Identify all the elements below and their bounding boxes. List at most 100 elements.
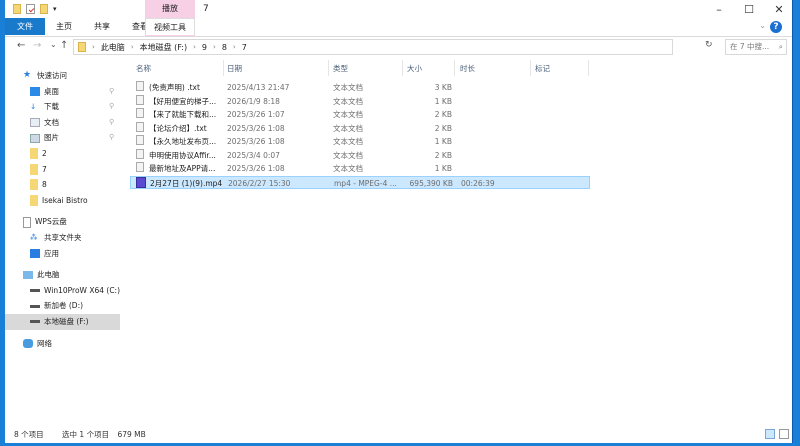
sidebar-item[interactable]: 7	[5, 162, 120, 178]
address-bar[interactable]: › 此电脑 › 本地磁盘 (F:) › 9 › 8 › 7	[73, 39, 673, 55]
tab-share[interactable]: 共享	[83, 18, 121, 35]
maximize-button[interactable]: ☐	[735, 0, 763, 18]
sidebar-item-label: 快速访问	[37, 71, 67, 80]
back-button[interactable]: ←	[17, 40, 25, 51]
column-name[interactable]: 名称	[136, 63, 151, 74]
sidebar-item[interactable]: 图片 ⚲	[5, 130, 120, 146]
search-placeholder: 在 7 中搜...	[730, 42, 770, 51]
file-row[interactable]: 申明使用协议Affir... 2025/3/4 0:07 文本文档 2 KB	[130, 148, 590, 163]
column-type[interactable]: 类型	[333, 63, 348, 74]
file-type: 文本文档	[333, 164, 363, 173]
folder-icon	[30, 148, 38, 160]
pin-icon[interactable]: ⚲	[109, 84, 114, 100]
new-folder-icon[interactable]	[40, 4, 48, 14]
sidebar-item[interactable]: 本地磁盘 (F:)	[5, 313, 120, 330]
sidebar-item[interactable]: WPS云盘	[5, 214, 120, 230]
file-row[interactable]: 最新地址及APP请... 2025/3/26 1:08 文本文档 1 KB	[130, 162, 590, 176]
desktop-icon	[30, 86, 40, 96]
file-explorer-window: ▾ 播放 7 – ☐ ✕ 文件 主页 共享 查看 视频工具 ⌄ ? ← → ⌄ …	[5, 0, 793, 443]
sidebar-item[interactable]: 新加卷 (D:)	[5, 298, 120, 314]
drive-icon	[30, 304, 40, 308]
breadcrumb-this-pc[interactable]: 此电脑	[101, 42, 125, 53]
text-file-icon	[136, 94, 144, 105]
file-type: mp4 - MPEG-4 ...	[334, 178, 397, 188]
file-size: 2 KB	[434, 123, 452, 133]
column-date[interactable]: 日期	[227, 63, 242, 74]
sidebar-item[interactable]: Isekai Bistro	[5, 193, 120, 209]
text-file-icon	[136, 162, 144, 172]
minimize-button[interactable]: –	[705, 0, 733, 18]
sidebar-item-label: 8	[42, 180, 47, 190]
file-type: 文本文档	[333, 110, 363, 119]
pin-icon[interactable]: ⚲	[109, 130, 114, 146]
sidebar-item[interactable]: 8	[5, 177, 120, 193]
column-duration[interactable]: 时长	[460, 63, 475, 74]
properties-icon[interactable]	[26, 4, 35, 14]
file-row[interactable]: 【论坛介绍】.txt 2025/3/26 1:08 文本文档 2 KB	[130, 121, 590, 136]
up-button[interactable]: ↑	[60, 40, 68, 51]
sidebar-item[interactable]: Win10ProW X64 (C:)	[5, 283, 120, 299]
sidebar-item-label: 此电脑	[37, 270, 60, 280]
pin-icon[interactable]: ⚲	[109, 99, 114, 115]
sidebar-item[interactable]: 桌面 ⚲	[5, 84, 120, 100]
download-icon: ↓	[30, 102, 37, 112]
sidebar-item-label: 图片	[44, 133, 59, 143]
file-date: 2025/3/26 1:08	[227, 123, 285, 133]
sidebar-item[interactable]: ⁂ 共享文件夹	[5, 230, 120, 246]
sidebar-item[interactable]: 文档 ⚲	[5, 115, 120, 131]
search-icon: ⌕	[778, 42, 783, 51]
sidebar-item[interactable]: 此电脑	[5, 267, 120, 283]
network-icon	[23, 338, 33, 348]
breadcrumb-9[interactable]: 9	[202, 43, 207, 52]
file-type: 文本文档	[333, 83, 363, 92]
tab-video-tools[interactable]: 视频工具	[145, 18, 195, 35]
sidebar-item[interactable]: ↓ 下载 ⚲	[5, 99, 120, 115]
file-duration: 00:26:39	[461, 178, 495, 188]
drive-icon	[30, 320, 40, 324]
pin-icon[interactable]: ⚲	[109, 115, 114, 131]
refresh-button[interactable]: ↻	[705, 40, 713, 50]
selection-size: 679 MB	[117, 430, 146, 439]
breadcrumb-7[interactable]: 7	[242, 43, 247, 52]
forward-button[interactable]: →	[33, 40, 41, 51]
collapse-ribbon-icon[interactable]: ⌄	[759, 21, 766, 30]
sidebar-item-label: 本地磁盘 (F:)	[44, 316, 89, 326]
file-name: (免责声明) .txt	[149, 83, 200, 92]
large-icons-view-button[interactable]	[779, 429, 789, 439]
file-name: 最新地址及APP请...	[149, 164, 216, 173]
file-row[interactable]: (免责声明) .txt 2025/4/13 21:47 文本文档 3 KB	[130, 81, 590, 95]
file-size: 3 KB	[434, 83, 452, 92]
file-row[interactable]: 【永久地址发布页... 2025/3/26 1:08 文本文档 1 KB	[130, 135, 590, 149]
sidebar-item[interactable]: ★ 快速访问	[5, 68, 120, 84]
title-bar: ▾ 播放 7 – ☐ ✕	[5, 0, 793, 36]
sidebar-item-label: Win10ProW X64 (C:)	[44, 285, 121, 295]
sidebar-item-label: 文档	[44, 117, 59, 127]
tab-home[interactable]: 主页	[45, 18, 83, 35]
video-file-icon	[136, 176, 146, 188]
sidebar-item-label: 应用	[44, 248, 59, 258]
customize-toolbar-icon[interactable]: ▾	[53, 5, 57, 13]
column-headers: 名称 日期 类型 大小 时长 标记	[130, 60, 590, 76]
details-view-button[interactable]	[765, 429, 775, 439]
file-row[interactable]: 【来了就能下载和... 2025/3/26 1:07 文本文档 2 KB	[130, 108, 590, 122]
breadcrumb-8[interactable]: 8	[222, 43, 227, 52]
column-tags[interactable]: 标记	[535, 63, 550, 74]
file-date: 2025/3/4 0:07	[227, 150, 280, 160]
file-name: 【永久地址发布页...	[149, 137, 217, 146]
file-row[interactable]: 【好用便宜的梯子... 2026/1/9 8:18 文本文档 1 KB	[130, 94, 590, 109]
sidebar-item[interactable]: 网络	[5, 336, 120, 352]
close-button[interactable]: ✕	[765, 0, 793, 18]
breadcrumb-drive-f[interactable]: 本地磁盘 (F:)	[140, 42, 187, 53]
sidebar-item[interactable]: 应用	[5, 246, 120, 262]
help-icon[interactable]: ?	[770, 21, 782, 33]
search-input[interactable]: 在 7 中搜... ⌕	[725, 39, 787, 55]
sidebar-item[interactable]: 2	[5, 146, 120, 162]
column-size[interactable]: 大小	[407, 63, 422, 74]
navigation-pane: ★ 快速访问 桌面 ⚲ ↓ 下载 ⚲ 文档 ⚲ 图片 ⚲ 2 7 8 Isekai Bistro WPS云盘 ⁂…	[5, 68, 120, 351]
apps-icon	[30, 248, 40, 258]
tab-file[interactable]: 文件	[5, 18, 45, 35]
file-name: 2月27日 (1)(9).mp4	[150, 178, 223, 188]
file-row[interactable]: 2月27日 (1)(9).mp4 2026/2/27 15:30 mp4 - MPE…	[130, 175, 590, 189]
recent-locations-button[interactable]: ⌄	[50, 40, 57, 49]
navigation-bar: ← → ⌄ ↑ › 此电脑 › 本地磁盘 (F:) › 9 › 8 › 7 ↻ 在 7 中…	[5, 38, 792, 56]
